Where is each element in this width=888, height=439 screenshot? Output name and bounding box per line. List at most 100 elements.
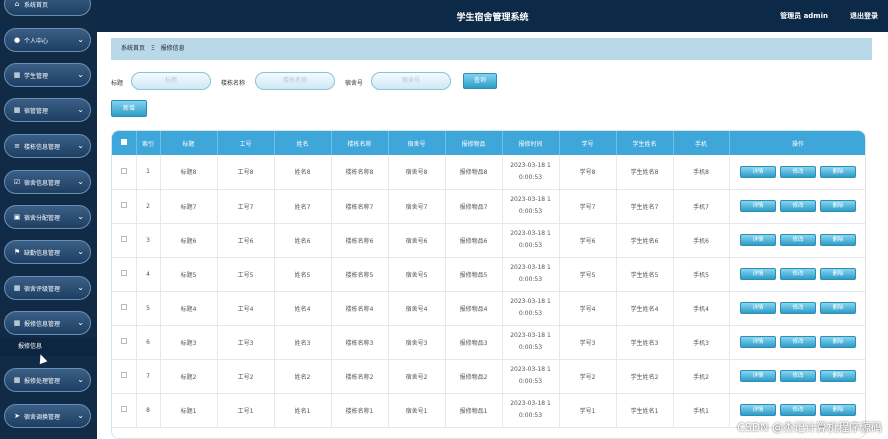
detail-button[interactable]: 详情 <box>740 234 776 246</box>
building-filter-label: 楼栋名称 <box>221 80 246 87</box>
delete-button[interactable]: 删除 <box>820 302 856 314</box>
row-select-cell[interactable] <box>112 257 137 292</box>
detail-button[interactable]: 详情 <box>740 302 776 314</box>
select-all-cell[interactable] <box>112 131 137 155</box>
detail-button[interactable]: 详情 <box>740 200 776 212</box>
chevron-down-icon: ⌄ <box>77 375 84 384</box>
detail-button[interactable]: 详情 <box>740 165 776 178</box>
sidebar-item-label: 学生管理 <box>24 72 49 80</box>
table-cell-job-no: 工号3 <box>217 325 275 360</box>
detail-button[interactable]: 详情 <box>740 370 776 382</box>
checkbox-icon: ☑ <box>13 178 21 186</box>
row-checkbox[interactable] <box>120 270 127 276</box>
watermark: CSDN @杰记计算机程序源码 <box>737 421 882 434</box>
table-row[interactable]: 3 标题6 工号6 姓名6 楼栋名称6 宿舍号6 报修物品6 2023-03-18 1 0:00… <box>112 223 865 258</box>
edit-button[interactable]: 修改 <box>780 200 816 212</box>
row-select-cell[interactable] <box>112 223 137 258</box>
row-checkbox[interactable] <box>120 406 127 412</box>
table-row[interactable]: 4 标题5 工号5 姓名5 楼栋名称5 宿舍号5 报修物品5 2023-03-18 1 0:00… <box>112 257 865 292</box>
table-cell-job-no: 工号4 <box>217 291 275 326</box>
table-row[interactable]: 7 标题2 工号2 姓名2 楼栋名称2 宿舍号2 报修物品2 2023-03-18 1 0:00… <box>112 359 865 394</box>
delete-button[interactable]: 删除 <box>820 268 856 280</box>
sidebar-item[interactable]: ▦ 报修处理管理 ⌄ <box>4 368 91 392</box>
detail-button[interactable]: 详情 <box>740 404 776 416</box>
table-cell-index: 2 <box>136 189 161 224</box>
add-button[interactable]: 新增 <box>111 100 147 117</box>
app-root: ⌂ 系统首页 ● 个人中心 ⌄ ▦ 学生管理 ⌄ ▦ 宿管管理 ⌄ ≡ 楼栋信息管理 ⌄ ☑ 宿舍信息管理 ⌄ ▣… <box>0 0 888 439</box>
sidebar-item[interactable]: ▦ 宿舍评级管理 ⌄ <box>4 276 91 300</box>
edit-button[interactable]: 修改 <box>780 302 816 314</box>
edit-button[interactable]: 修改 <box>780 165 816 178</box>
row-checkbox[interactable] <box>120 338 127 344</box>
column-header: 操作 <box>729 131 865 155</box>
actions-cell: 详情 修改 删除 <box>729 257 865 292</box>
sidebar-item[interactable]: ▣ 宿舍分配管理 ⌄ <box>4 205 91 229</box>
table-row[interactable]: 5 标题4 工号4 姓名4 楼栋名称4 宿舍号4 报修物品4 2023-03-18 1 0:00… <box>112 291 865 326</box>
breadcrumb-home[interactable]: 系统首页 <box>121 45 145 52</box>
table-row[interactable]: 6 标题3 工号3 姓名3 楼栋名称3 宿舍号3 报修物品3 2023-03-18 1 0:00… <box>112 325 865 360</box>
column-header: 姓名 <box>274 131 332 155</box>
delete-button[interactable]: 删除 <box>820 336 856 348</box>
row-select-cell[interactable] <box>112 189 137 224</box>
delete-button[interactable]: 删除 <box>820 370 856 382</box>
row-select-cell[interactable] <box>112 155 137 190</box>
chevron-down-icon: ⌄ <box>77 105 84 114</box>
row-select-cell[interactable] <box>112 359 137 394</box>
table-cell-index: 4 <box>136 257 161 292</box>
row-select-cell[interactable] <box>112 291 137 326</box>
table-cell-name: 姓名7 <box>274 189 332 224</box>
row-checkbox[interactable] <box>120 167 127 174</box>
row-select-cell[interactable] <box>112 325 137 360</box>
row-checkbox[interactable] <box>120 304 127 310</box>
title-filter-input[interactable]: 标题 <box>131 72 211 90</box>
sidebar-item[interactable]: ▦ 宿管管理 ⌄ <box>4 98 91 122</box>
sidebar-item[interactable]: ⌂ 系统首页 <box>4 0 91 16</box>
delete-button[interactable]: 删除 <box>820 234 856 246</box>
select-all-checkbox[interactable] <box>120 139 127 145</box>
edit-button[interactable]: 修改 <box>780 234 816 246</box>
table-cell-title: 标题6 <box>160 223 218 258</box>
table-cell-student-no: 学号8 <box>559 155 617 190</box>
sidebar-item[interactable]: ⚑ 缺勤信息管理 ⌄ <box>4 240 91 264</box>
table-cell-title: 标题3 <box>160 325 218 360</box>
detail-button[interactable]: 详情 <box>740 268 776 280</box>
sidebar-item[interactable]: ➤ 宿舍调换管理 ⌄ <box>4 404 91 428</box>
edit-button[interactable]: 修改 <box>780 370 816 382</box>
sidebar-item[interactable]: ☑ 宿舍信息管理 ⌄ <box>4 170 91 194</box>
row-checkbox[interactable] <box>120 236 127 242</box>
row-select-cell[interactable] <box>112 393 137 428</box>
table-cell-item: 报修物品2 <box>445 359 503 394</box>
detail-button[interactable]: 详情 <box>740 336 776 348</box>
table-row[interactable]: 2 标题7 工号7 姓名7 楼栋名称7 宿舍号7 报修物品7 2023-03-18 1 0:00… <box>112 189 865 224</box>
table-cell-title: 标题2 <box>160 359 218 394</box>
table-cell-title: 标题1 <box>160 393 218 428</box>
table-cell-student-name: 学生姓名6 <box>616 223 674 258</box>
logout-link[interactable]: 退出登录 <box>850 11 878 21</box>
dorm-filter-input[interactable]: 宿舍号 <box>371 72 451 90</box>
search-button[interactable]: 查询 <box>463 73 497 89</box>
edit-button[interactable]: 修改 <box>780 336 816 348</box>
table-cell-student-name: 学生姓名1 <box>616 393 674 428</box>
table-cell-time: 2023-03-18 1 0:00:53 <box>502 257 560 292</box>
sidebar-item[interactable]: ▦ 学生管理 ⌄ <box>4 63 91 87</box>
edit-button[interactable]: 修改 <box>780 404 816 416</box>
sidebar-item[interactable]: ≡ 楼栋信息管理 ⌄ <box>4 134 91 158</box>
table-cell-job-no: 工号5 <box>217 257 275 292</box>
table-row[interactable]: 1 标题8 工号8 姓名8 楼栋名称8 宿舍号8 报修物品8 2023-03-18 1 0:00… <box>112 155 865 190</box>
actions-cell: 详情 修改 删除 <box>729 223 865 258</box>
delete-button[interactable]: 删除 <box>820 404 856 416</box>
building-filter-input[interactable]: 楼栋名称 <box>255 72 335 90</box>
actions-cell: 详情 修改 删除 <box>729 359 865 394</box>
admin-label: 管理员 admin <box>780 12 828 20</box>
sidebar-item[interactable]: ▦ 报修信息管理 ⌄ <box>4 311 91 335</box>
row-checkbox[interactable] <box>120 372 127 378</box>
table-cell-time: 2023-03-18 1 0:00:53 <box>502 393 560 428</box>
sidebar-item[interactable]: ● 个人中心 ⌄ <box>4 28 91 52</box>
delete-button[interactable]: 删除 <box>820 200 856 212</box>
row-checkbox[interactable] <box>120 202 127 208</box>
sidebar-subitem-repair-info[interactable]: 报修信息 <box>0 338 97 356</box>
delete-button[interactable]: 删除 <box>820 165 856 178</box>
table-cell-student-no: 学号7 <box>559 189 617 224</box>
edit-button[interactable]: 修改 <box>780 268 816 280</box>
table-cell-student-name: 学生姓名5 <box>616 257 674 292</box>
